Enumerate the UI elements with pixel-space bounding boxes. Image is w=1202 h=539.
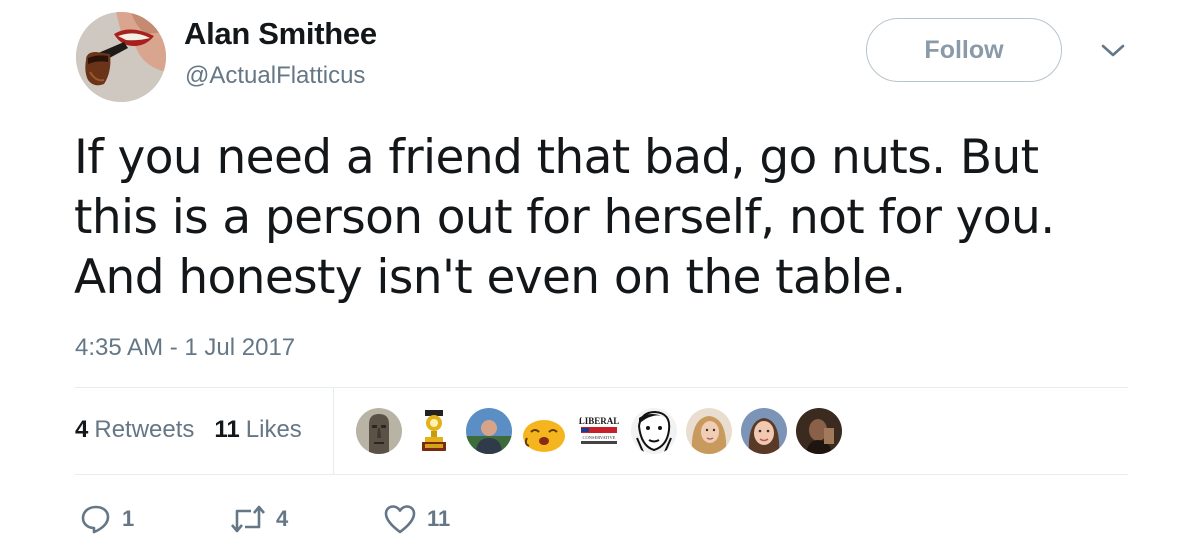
reply-icon	[81, 505, 110, 534]
retweet-icon	[231, 505, 265, 533]
likes-label: Likes	[245, 416, 302, 443]
trophy-avatar[interactable]	[411, 408, 457, 454]
tweet-stats: 4 Retweets 11 Likes	[75, 416, 302, 444]
author-name[interactable]: Alan Smithee	[184, 16, 377, 52]
author-handle[interactable]: @ActualFlatticus	[185, 62, 365, 90]
stats-separator	[333, 388, 334, 474]
girl-portrait-avatar[interactable]	[741, 408, 787, 454]
retweet-count: 4	[276, 506, 289, 531]
retweet-button[interactable]: 4	[230, 504, 383, 534]
dark-portrait-avatar[interactable]	[796, 408, 842, 454]
man-outdoors-avatar[interactable]	[466, 408, 512, 454]
like-button[interactable]: 11	[383, 503, 450, 535]
tweet-text-line: And honesty isn't even on the table.	[74, 250, 906, 305]
likes-count: 11	[214, 416, 240, 443]
retweets-label: Retweets	[94, 416, 195, 443]
heart-icon	[384, 505, 416, 534]
conservative-logo-text: CONSERVATIVE	[582, 435, 615, 440]
tweet-card: Alan Smithee @ActualFlatticus Follow If …	[0, 0, 1202, 539]
reply-count: 1	[122, 506, 135, 531]
tweet-timestamp[interactable]: 4:35 AM - 1 Jul 2017	[75, 334, 295, 362]
retweets-count: 4	[75, 416, 89, 443]
sketch-face-avatar[interactable]	[631, 408, 677, 454]
likes-stat[interactable]: 11 Likes	[214, 416, 301, 444]
divider	[75, 387, 1128, 388]
liberal-logo-text: LIBERAL	[579, 416, 620, 426]
yellow-cartoon-avatar[interactable]	[521, 408, 567, 454]
follow-button[interactable]: Follow	[866, 18, 1062, 82]
tweet-text: If you need a friend that bad, go nuts. …	[74, 128, 1134, 308]
tweet-text-line: If you need a friend that bad, go nuts. …	[74, 130, 1039, 185]
liker-avatars: LIBERAL CONSERVATIVE	[356, 408, 842, 454]
tweet-text-line: this is a person out for herself, not fo…	[74, 190, 1055, 245]
liberal-conservative-logo-avatar[interactable]: LIBERAL CONSERVATIVE	[576, 408, 622, 454]
pipe-smoking-face-icon	[76, 12, 166, 102]
divider	[75, 474, 1128, 475]
like-count: 11	[427, 506, 451, 531]
tweet-actions: 1 4 11	[80, 503, 450, 535]
retweets-stat[interactable]: 4 Retweets	[75, 416, 194, 444]
chevron-down-icon[interactable]	[1098, 40, 1128, 62]
reply-button[interactable]: 1	[80, 503, 230, 535]
author-avatar[interactable]	[76, 12, 166, 102]
blonde-woman-avatar[interactable]	[686, 408, 732, 454]
moai-statue-avatar[interactable]	[356, 408, 402, 454]
